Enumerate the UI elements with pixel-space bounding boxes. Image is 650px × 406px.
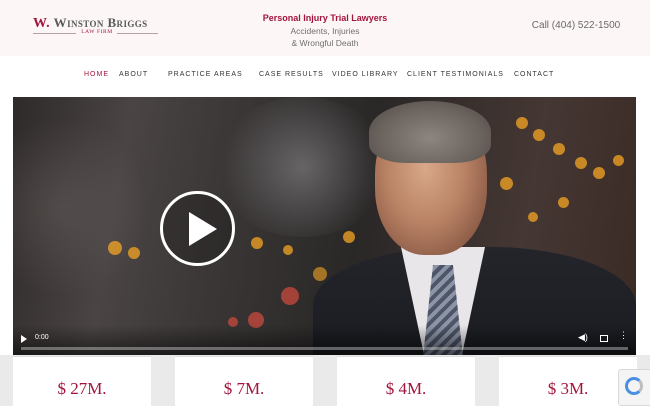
bokeh-light bbox=[500, 177, 513, 190]
volume-icon[interactable]: ◀) bbox=[578, 332, 588, 343]
background-glow bbox=[213, 97, 393, 237]
logo-rule-left bbox=[33, 33, 76, 34]
result-amount: $ 7M. bbox=[223, 379, 265, 398]
result-card[interactable]: $ 3M. bbox=[499, 356, 637, 406]
bokeh-light bbox=[283, 245, 293, 255]
bokeh-light bbox=[313, 267, 327, 281]
result-amount: $ 4M. bbox=[385, 379, 427, 398]
bokeh-light bbox=[516, 117, 528, 129]
main-nav: HOME ABOUT PRACTICE AREAS CASE RESULTS V… bbox=[0, 56, 650, 96]
bokeh-light bbox=[108, 241, 122, 255]
nav-item-about[interactable]: ABOUT bbox=[119, 71, 148, 78]
bokeh-light bbox=[533, 129, 545, 141]
result-card[interactable]: $ 7M. bbox=[175, 356, 313, 406]
logo-name: Winston Briggs bbox=[53, 15, 148, 30]
bokeh-light bbox=[251, 237, 263, 249]
nav-item-client-testimonials[interactable]: CLIENT TESTIMONIALS bbox=[407, 71, 504, 78]
background-building bbox=[13, 107, 143, 307]
bokeh-light bbox=[558, 197, 569, 208]
logo[interactable]: W. Winston Briggs LAW FIRM bbox=[33, 15, 158, 39]
nav-item-home[interactable]: HOME bbox=[84, 71, 109, 78]
nav-item-case-results[interactable]: CASE RESULTS bbox=[259, 71, 324, 78]
result-card[interactable]: $ 27M. bbox=[13, 356, 151, 406]
person-hair bbox=[369, 101, 491, 163]
play-icon bbox=[189, 212, 217, 246]
video-controls: 0:00 ◀) ⋮ bbox=[13, 325, 636, 355]
logo-subtitle: LAW FIRM bbox=[81, 29, 113, 35]
logo-initial: W. bbox=[33, 16, 51, 31]
bokeh-light bbox=[281, 287, 299, 305]
tagline-line-2: Accidents, Injuries bbox=[290, 26, 360, 36]
result-card[interactable]: $ 4M. bbox=[337, 356, 475, 406]
logo-rule-right bbox=[117, 33, 158, 34]
tagline: Personal Injury Trial Lawyers Accidents,… bbox=[250, 12, 400, 49]
tagline-title: Personal Injury Trial Lawyers bbox=[262, 13, 388, 23]
nav-item-practice-areas[interactable]: PRACTICE AREAS bbox=[168, 71, 243, 78]
tagline-line-3: & Wrongful Death bbox=[291, 38, 359, 48]
video-time: 0:00 bbox=[35, 334, 49, 341]
play-button[interactable] bbox=[160, 191, 235, 266]
bokeh-light bbox=[593, 167, 605, 179]
site-header: W. Winston Briggs LAW FIRM Personal Inju… bbox=[0, 0, 650, 56]
video-progress-bar[interactable] bbox=[21, 347, 628, 350]
bokeh-light bbox=[343, 231, 355, 243]
result-amount: $ 3M. bbox=[547, 379, 589, 398]
bokeh-light bbox=[128, 247, 140, 259]
bokeh-light bbox=[553, 143, 565, 155]
result-amount: $ 27M. bbox=[57, 379, 107, 398]
hero-video[interactable]: 0:00 ◀) ⋮ bbox=[13, 97, 636, 355]
nav-item-video-library[interactable]: VIDEO LIBRARY bbox=[332, 71, 399, 78]
bokeh-light bbox=[528, 212, 538, 222]
fullscreen-icon[interactable] bbox=[600, 335, 608, 342]
nav-item-contact[interactable]: CONTACT bbox=[514, 71, 554, 78]
bokeh-light bbox=[613, 155, 624, 166]
recaptcha-badge[interactable] bbox=[618, 369, 650, 406]
control-play-icon[interactable] bbox=[21, 335, 27, 343]
recaptcha-icon bbox=[625, 377, 643, 395]
phone-link[interactable]: Call (404) 522-1500 bbox=[520, 20, 632, 31]
more-options-icon[interactable]: ⋮ bbox=[619, 331, 628, 340]
bokeh-light bbox=[575, 157, 587, 169]
